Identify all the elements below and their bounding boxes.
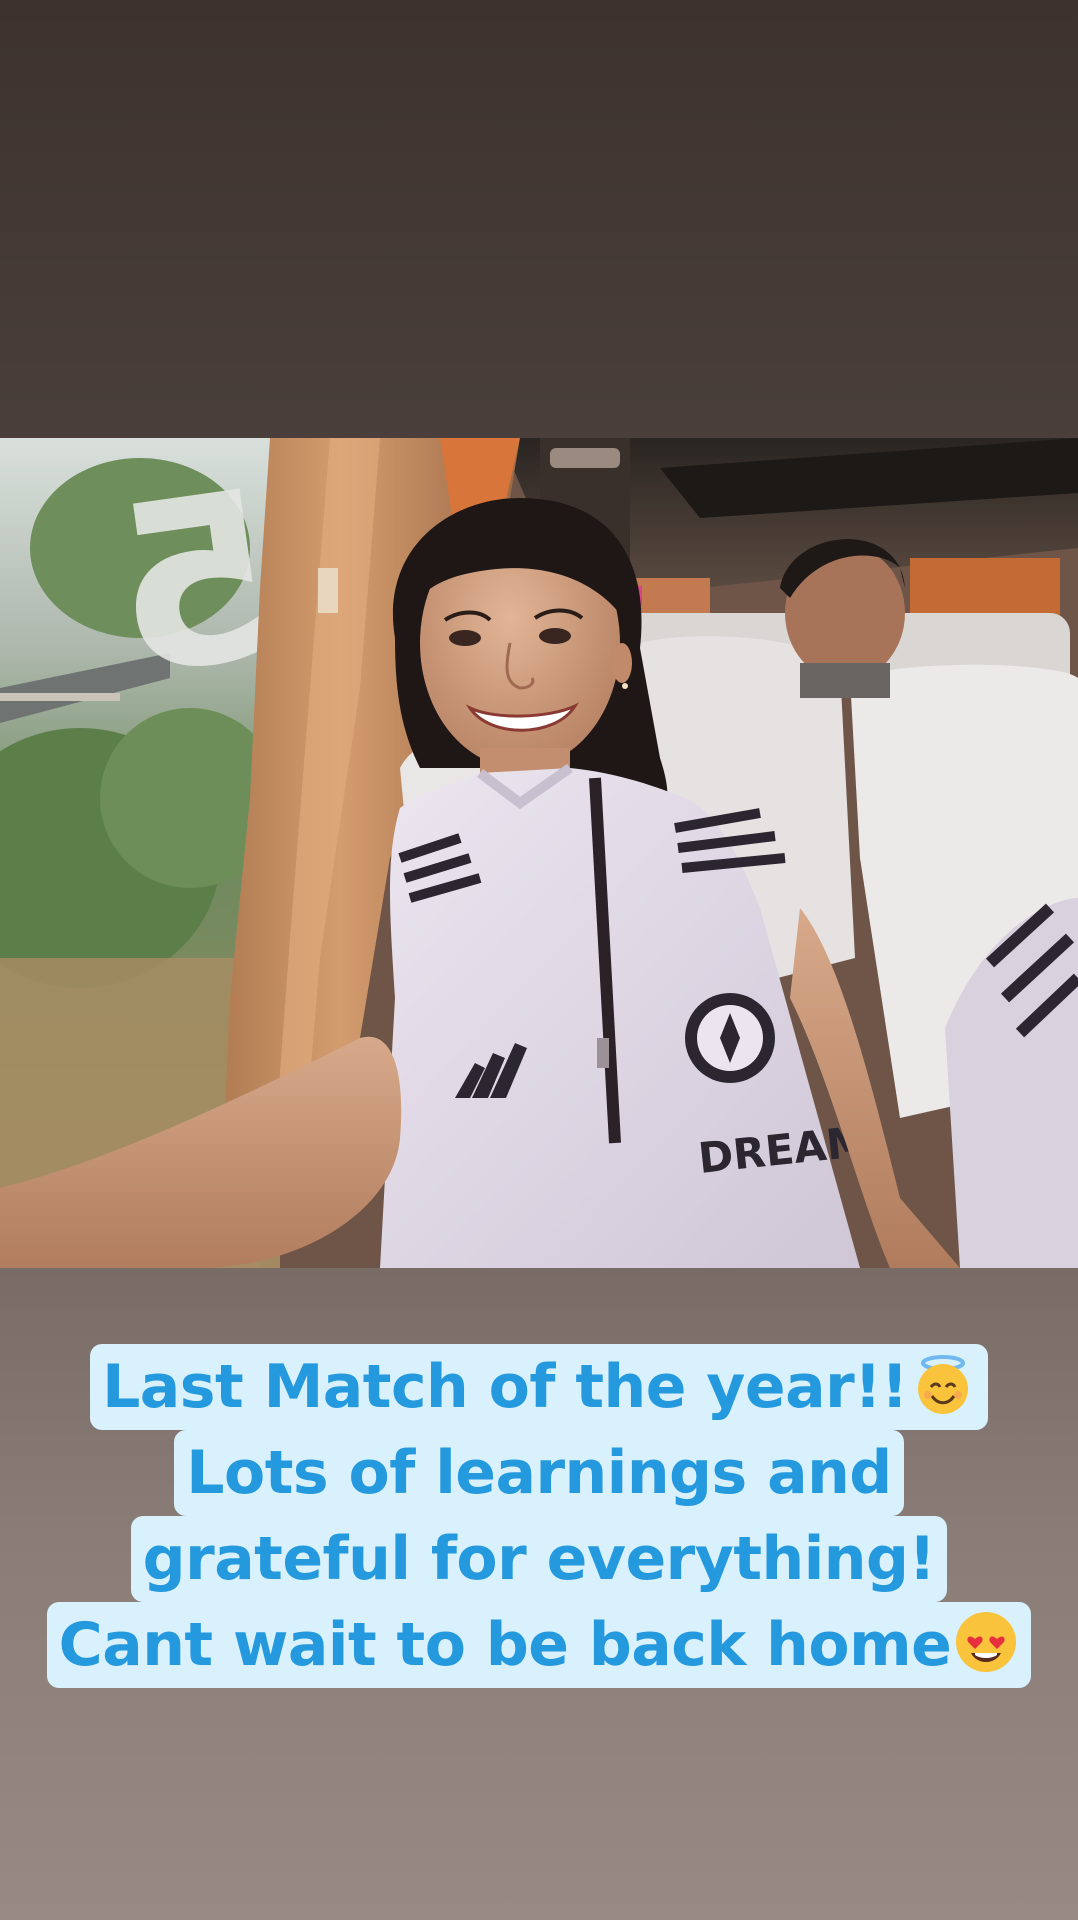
caption-line-1-text: Last Match of the year!! [102, 1352, 908, 1422]
caption-line-2: Lots of learnings and [174, 1430, 904, 1516]
caption-line-3: grateful for everything! [130, 1516, 948, 1602]
selfie-photo: 5 DREAM [0, 438, 1078, 1268]
caption-line-1: Last Match of the year!! [90, 1344, 988, 1430]
smiling-face-with-halo-emoji [917, 1355, 968, 1414]
story-frame: 5 DREAM Last Match of the year!! Lots of… [0, 0, 1078, 1920]
story-caption: Last Match of the year!! Lots of learnin… [0, 1344, 1078, 1688]
smiling-face-with-heart-eyes-emoji [956, 1612, 1017, 1672]
caption-line-4: Cant wait to be back home [46, 1602, 1032, 1688]
caption-line-4-text: Cant wait to be back home [58, 1610, 952, 1680]
